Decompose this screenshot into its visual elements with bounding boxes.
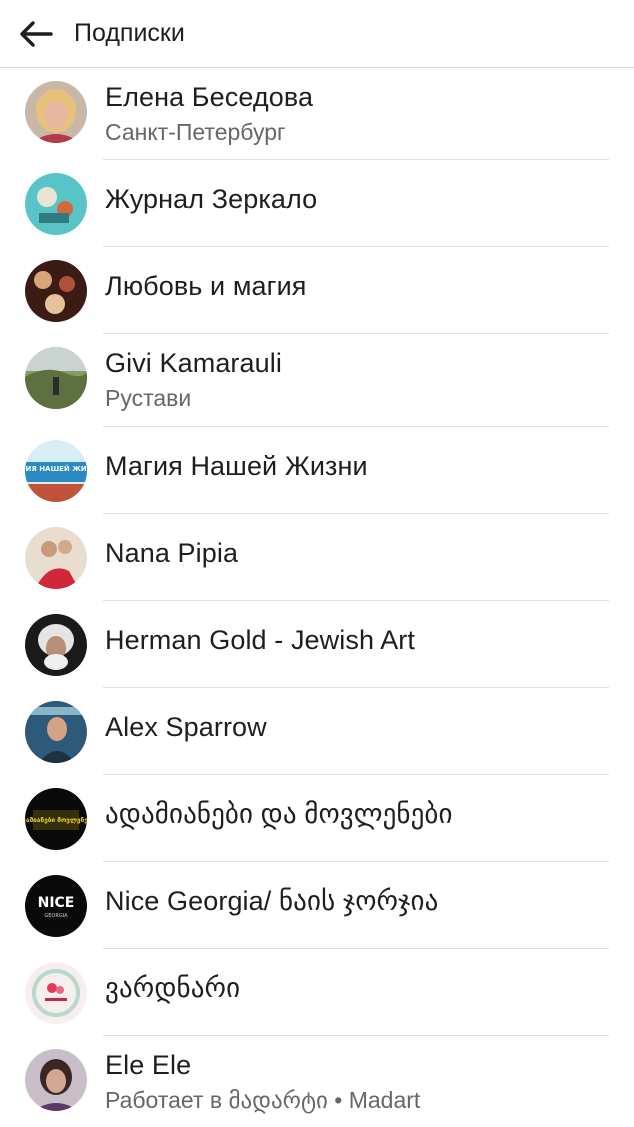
list-item-ele-ele[interactable]: Ele Ele Работает в მადარტი • Madart [0,1036,634,1127]
avatar-subtext: GEORGIA [44,913,68,919]
avatar: NICE GEORGIA [25,875,87,937]
list-item-name: Любовь и магия [105,271,307,301]
list-item-herman-gold[interactable]: Herman Gold - Jewish Art [0,601,634,688]
avatar: МАГИЯ НАШЕЙ ЖИЗНИ [25,440,87,502]
avatar [25,173,87,235]
list-item-name: ადამიანები და მოვლენები [105,799,453,829]
back-button[interactable] [8,6,64,62]
list-item-subtitle: Работает в მადარტი • Madart [105,1087,421,1113]
list-item-subtitle: Рустави [105,385,192,411]
list-item-magiya-nashey-zhizni[interactable]: МАГИЯ НАШЕЙ ЖИЗНИ Магия Нашей Жизни [0,427,634,514]
top-bar: Подписки [0,0,634,68]
list-item-zhurnal-zerkalo[interactable]: Журнал Зеркало [0,160,634,247]
avatar [25,962,87,1024]
subscriptions-list: Елена Беседова Санкт-Петербург Журнал Зе… [0,68,634,1127]
list-item-alex-sparrow[interactable]: Alex Sparrow [0,688,634,775]
avatar: ადამიანები მოვლენები [25,788,87,850]
avatar [25,260,87,322]
list-item-adamianebi[interactable]: ადამიანები მოვლენები ადამიანები და მოვლე… [0,775,634,862]
avatar [25,347,87,409]
list-item-name: Журнал Зеркало [105,184,318,214]
list-item-name: Nice Georgia/ ნაის ჯორჯია [105,886,439,916]
avatar-text: ადამიანები მოვლენები [25,816,87,824]
list-item-nana-pipia[interactable]: Nana Pipia [0,514,634,601]
list-item-name: Givi Kamarauli [105,348,282,378]
avatar [25,614,87,676]
list-item-name: Nana Pipia [105,538,239,568]
list-item-name: ვარდნარი [105,973,241,1003]
list-item-vardnari[interactable]: ვარდნარი [0,949,634,1036]
list-item-subtitle: Санкт-Петербург [105,119,286,145]
list-item-givi-kamarauli[interactable]: Givi Kamarauli Рустави [0,334,634,427]
page-title: Подписки [74,19,185,47]
arrow-left-icon [20,20,53,47]
list-item-name: Елена Беседова [105,82,314,112]
avatar [25,701,87,763]
list-item-name: Alex Sparrow [105,712,267,742]
list-item-name: Herman Gold - Jewish Art [105,625,415,655]
avatar-text: NICE [38,895,75,911]
list-item-name: Магия Нашей Жизни [105,451,368,481]
avatar [25,1049,87,1111]
avatar [25,527,87,589]
list-item-lyubov-i-magiya[interactable]: Любовь и магия [0,247,634,334]
list-item-nice-georgia[interactable]: NICE GEORGIA Nice Georgia/ ნაის ჯორჯია [0,862,634,949]
avatar-text: МАГИЯ НАШЕЙ ЖИЗНИ [25,464,87,473]
list-item-name: Ele Ele [105,1050,192,1080]
avatar [25,81,87,143]
list-item-elena-besedova[interactable]: Елена Беседова Санкт-Петербург [0,68,634,160]
